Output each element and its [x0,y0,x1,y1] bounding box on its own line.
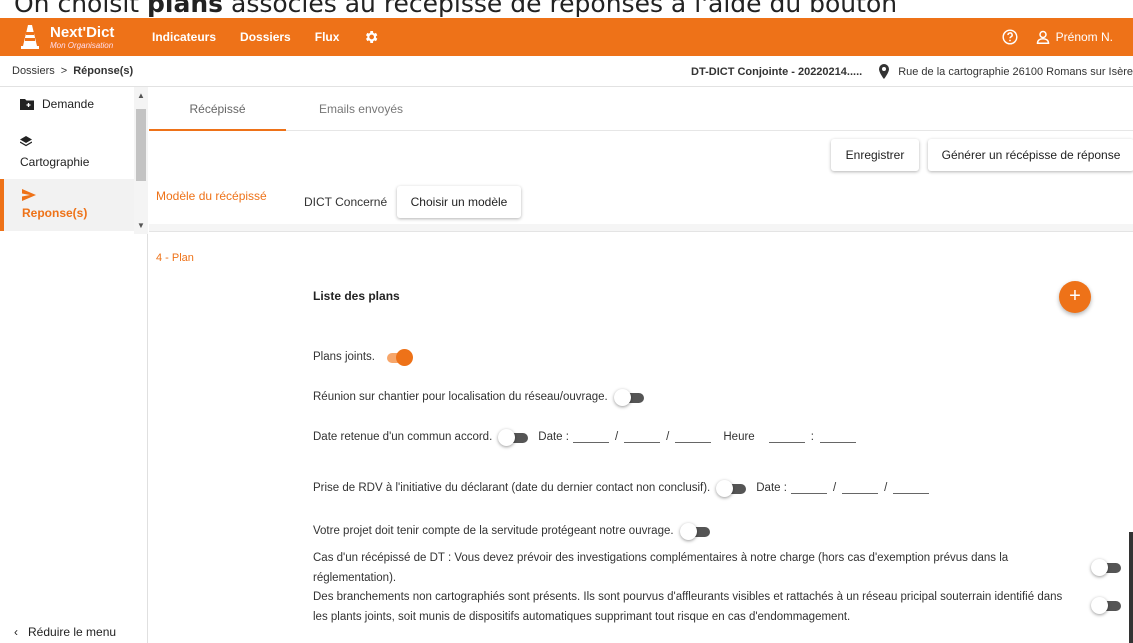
nav-flux[interactable]: Flux [315,30,340,44]
sidebar-item-cartographie[interactable]: Cartographie [0,136,147,169]
dict-concerne-label: DICT Concerné [304,195,388,209]
send-icon [22,189,36,201]
date-retenue-label: Date retenue d'un commun accord. [313,431,493,443]
save-button[interactable]: Enregistrer [831,139,919,171]
sidebar-item-reponses[interactable]: Reponse(s) [0,179,134,231]
reduce-menu-button[interactable]: ‹ Réduire le menu [14,625,116,639]
tab-emails-envoyes[interactable]: Emails envoyés [286,87,436,131]
plans-joints-row: Plans joints. [313,349,421,366]
year-field[interactable] [675,431,712,443]
user-name: Prénom N. [1055,30,1113,44]
date-label: Date : [538,431,569,443]
content-scrollbar[interactable] [1129,532,1133,643]
breadcrumb-bar: Dossiers > Réponse(s) DT-DICT Conjointe - … [0,56,1133,87]
gear-icon[interactable] [363,29,379,45]
month-field[interactable] [624,431,661,443]
sidebar-item-label: Reponse(s) [22,206,88,220]
servitude-label: Votre projet doit tenir compte de la ser… [313,525,674,537]
date-retenue-row: Date retenue d'un commun accord. Date : … [313,429,860,446]
logo-org: Mon Organisation [50,40,114,50]
plans-list-title: Liste des plans [313,289,400,303]
traffic-cone-icon [20,24,40,50]
sidebar-scrollbar[interactable]: ▲ ▼ [134,87,148,234]
nav-dossiers[interactable]: Dossiers [240,30,291,44]
sidebar-item-label: Demande [42,97,95,111]
add-plan-button[interactable]: + [1059,281,1091,313]
folder-plus-icon [20,99,34,110]
servitude-row: Votre projet doit tenir compte de la ser… [313,523,720,540]
breadcrumb: Dossiers > Réponse(s) [12,65,134,77]
reunion-toggle[interactable] [613,389,648,406]
scroll-up-icon[interactable]: ▲ [137,91,145,100]
heure-label: Heure [723,431,755,443]
logo[interactable]: Next'Dict Mon Organisation [0,24,152,50]
breadcrumb-current: Réponse(s) [73,65,134,77]
chevron-left-icon: ‹ [14,625,18,639]
sidebar-item-demande[interactable]: Demande [0,97,147,111]
rdv-day-field[interactable] [790,482,827,494]
sidebar: Demande Cartographie Reponse(s) ▲ ▼ ‹ Ré… [0,87,148,643]
hour-field[interactable] [768,431,805,443]
plans-joints-label: Plans joints. [313,351,376,363]
logo-name: Next'Dict [50,23,115,41]
plan-section-label: 4 - Plan [156,252,194,264]
address: Rue de la cartographie 26100 Romans sur … [898,65,1133,78]
servitude-toggle[interactable] [679,523,714,540]
prise-rdv-row: Prise de RDV à l'initiative du déclarant… [313,480,933,497]
choose-model-button[interactable]: Choisir un modèle [397,186,521,218]
map-pin-icon [879,64,890,79]
reduce-menu-label: Réduire le menu [28,625,117,639]
user-menu[interactable]: Prénom N. [1036,30,1113,44]
section-separator [149,224,1133,232]
breadcrumb-root[interactable]: Dossiers [12,65,55,77]
branchements-toggle[interactable] [1091,597,1125,614]
reunion-label: Réunion sur chantier pour localisation d… [313,391,608,403]
dict-title: DT-DICT Conjointe - 20220214..... [691,65,863,78]
plans-joints-toggle[interactable] [381,349,415,366]
rdv-date-label: Date : [756,482,787,494]
help-icon[interactable] [1002,29,1018,45]
rdv-year-field[interactable] [893,482,930,494]
scroll-down-icon[interactable]: ▼ [137,221,145,230]
cas-dt-row: Cas d'un récépissé de DT : Vous devez pr… [313,552,1009,584]
user-icon [1036,30,1049,44]
cas-dt-toggle[interactable] [1091,559,1125,576]
generate-recepisse-button[interactable]: Générer un récépisse de réponse [928,139,1133,171]
scrollbar-thumb[interactable] [136,109,146,181]
rdv-month-field[interactable] [842,482,879,494]
modele-label: Modèle du récépissé [156,189,267,203]
tab-recepisse[interactable]: Récépissé [149,87,286,131]
nav-indicateurs[interactable]: Indicateurs [152,30,216,44]
top-bar: Next'Dict Mon Organisation Indicateurs D… [0,18,1133,56]
reunion-row: Réunion sur chantier pour localisation d… [313,389,654,406]
day-field[interactable] [572,431,609,443]
branchements-row: Des branchements non cartographiés sont … [313,591,1063,623]
prise-rdv-toggle[interactable] [716,480,750,497]
caption-strip: On choisit plans associés au récépissé d… [0,0,1133,18]
tabs: Récépissé Emails envoyés [149,87,1133,131]
minute-field[interactable] [819,431,856,443]
sidebar-item-label: Cartographie [20,155,90,169]
main-content: Récépissé Emails envoyés Enregistrer Gén… [149,87,1133,643]
layers-icon [19,136,33,147]
caption-text: On choisit plans associés au récépissé d… [14,0,898,18]
prise-rdv-label: Prise de RDV à l'initiative du déclarant… [313,482,711,494]
date-retenue-toggle[interactable] [498,429,532,446]
